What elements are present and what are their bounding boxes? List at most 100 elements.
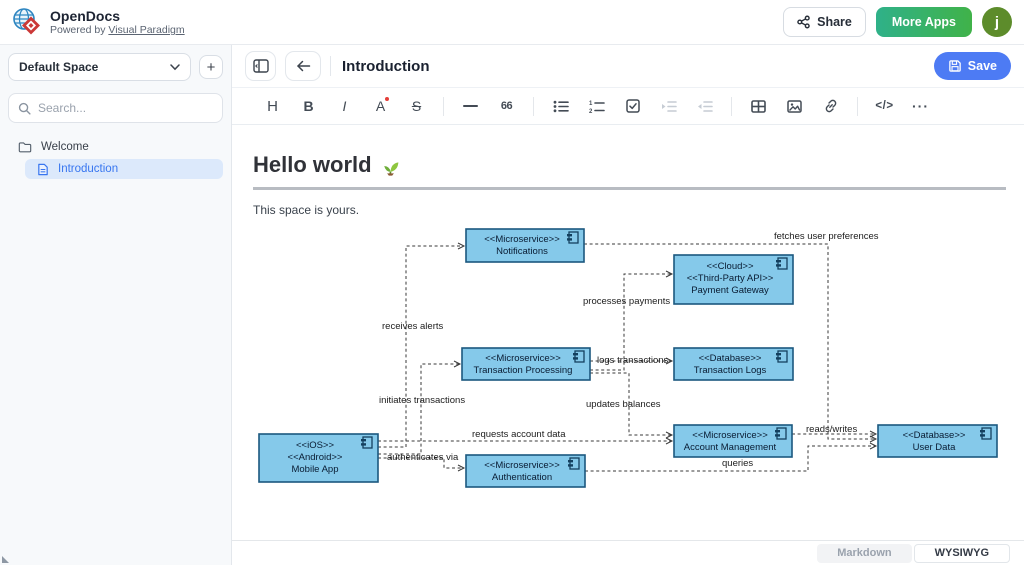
bullet-list-icon [553, 100, 569, 113]
task-list-button[interactable] [618, 92, 647, 120]
svg-text:Transaction Logs: Transaction Logs [694, 365, 767, 376]
top-bar: OpenDocs Powered by Visual Paradigm Shar… [0, 0, 1024, 45]
svg-text:Transaction Processing: Transaction Processing [474, 365, 573, 376]
edge-label: logs transactions [597, 355, 669, 366]
node-user-data: <<Database>> User Data [878, 425, 997, 457]
edge-label: queries [722, 458, 753, 469]
blockquote-button[interactable]: 66 [492, 92, 521, 120]
edge-label: processes payments [583, 296, 670, 307]
search-box[interactable] [8, 93, 223, 123]
editor-content[interactable]: Hello world This space is yours. [232, 125, 1024, 540]
svg-text:<<Microservice>>: <<Microservice>> [692, 430, 768, 441]
sidebar: Default Space + Welcome [0, 45, 232, 565]
more-options-button[interactable]: ··· [906, 92, 935, 120]
svg-text:User Data: User Data [913, 442, 956, 453]
node-notifications: <<Microservice>> Notifications [466, 229, 584, 262]
indent-button[interactable] [654, 92, 683, 120]
font-color-button[interactable]: A [366, 92, 395, 120]
svg-text:Account Management: Account Management [684, 442, 777, 453]
edge-label: authenticates via [387, 452, 459, 463]
node-account-management: <<Microservice>> Account Management [674, 425, 792, 457]
page-tree: Welcome Introduction [8, 137, 223, 179]
edge-label: receives alerts [382, 321, 443, 332]
outdent-button[interactable] [690, 92, 719, 120]
heading-button[interactable]: H [258, 92, 287, 120]
back-button[interactable] [285, 51, 321, 81]
svg-text:<<iOS>>: <<iOS>> [296, 440, 334, 451]
visual-paradigm-logo-icon [12, 7, 42, 37]
svg-text:<<Database>>: <<Database>> [699, 353, 762, 364]
chevron-down-icon [170, 64, 180, 71]
node-transaction-logs: <<Database>> Transaction Logs [674, 348, 793, 380]
numbered-list-button[interactable]: 1 2 [582, 92, 611, 120]
node-transaction-processing: <<Microservice>> Transaction Processing [462, 348, 590, 380]
editor-toolbar: H B I A S 66 1 2 [232, 88, 1024, 125]
tab-wysiwyg[interactable]: WYSIWYG [914, 544, 1010, 563]
checkbox-icon [626, 99, 640, 113]
svg-text:<<Microservice>>: <<Microservice>> [485, 353, 561, 364]
node-authentication: <<Microservice>> Authentication [466, 455, 585, 487]
tab-markdown[interactable]: Markdown [817, 544, 911, 563]
seedling-emoji [380, 155, 401, 176]
editor-mode-bar: Markdown WYSIWYG [232, 540, 1024, 565]
search-icon [18, 102, 31, 115]
tree-item-welcome[interactable]: Welcome [8, 137, 223, 157]
save-icon [948, 59, 962, 73]
image-icon [787, 100, 802, 113]
horizontal-rule-icon [463, 105, 478, 107]
code-button[interactable]: </> [870, 92, 899, 120]
node-payment-gateway: <<Cloud>> <<Third-Party API>> Payment Ga… [674, 255, 793, 304]
document-icon [37, 163, 49, 176]
bold-button[interactable]: B [294, 92, 323, 120]
doc-header: Introduction Save [232, 45, 1024, 88]
user-avatar[interactable]: j [982, 7, 1012, 37]
brand: OpenDocs Powered by Visual Paradigm [12, 7, 185, 37]
svg-text:<<Microservice>>: <<Microservice>> [484, 460, 560, 471]
sidebar-resize-grip[interactable] [2, 556, 9, 563]
folder-icon [18, 141, 32, 153]
insert-table-button[interactable] [744, 92, 773, 120]
document-paragraph: This space is yours. [253, 203, 1006, 217]
diagram-canvas: receives alerts initiates transactions r… [246, 221, 1006, 516]
horizontal-rule-button[interactable] [456, 92, 485, 120]
svg-text:Notifications: Notifications [496, 246, 548, 257]
search-input[interactable] [38, 101, 213, 115]
svg-text:<<Android>>: <<Android>> [288, 452, 343, 463]
share-icon [797, 15, 810, 29]
insert-image-button[interactable] [780, 92, 809, 120]
edge-label: reads/writes [806, 424, 857, 435]
insert-link-button[interactable] [816, 92, 845, 120]
heading-rule [253, 187, 1006, 190]
svg-text:2: 2 [589, 109, 593, 113]
share-button[interactable]: Share [783, 7, 866, 37]
save-button[interactable]: Save [934, 52, 1011, 80]
svg-text:<<Database>>: <<Database>> [903, 430, 966, 441]
powered-by: Powered by Visual Paradigm [50, 24, 185, 36]
link-icon [824, 99, 838, 113]
svg-text:<<Microservice>>: <<Microservice>> [484, 234, 560, 245]
space-selector[interactable]: Default Space [8, 53, 191, 81]
more-apps-button[interactable]: More Apps [876, 7, 972, 37]
strikethrough-button[interactable]: S [402, 92, 431, 120]
svg-text:Mobile App: Mobile App [291, 464, 338, 475]
toggle-sidebar-button[interactable] [245, 51, 276, 81]
outdent-icon [697, 100, 713, 113]
font-color-dot [385, 97, 389, 101]
edge-label: updates balances [586, 399, 661, 410]
visual-paradigm-link[interactable]: Visual Paradigm [108, 24, 184, 36]
italic-button[interactable]: I [330, 92, 359, 120]
bullet-list-button[interactable] [546, 92, 575, 120]
app-title: OpenDocs [50, 8, 185, 24]
document-heading: Hello world [253, 152, 1006, 178]
svg-text:1: 1 [589, 101, 593, 107]
tree-item-introduction[interactable]: Introduction [25, 159, 223, 179]
node-mobile-app: <<iOS>> <<Android>> Mobile App [259, 434, 378, 482]
svg-text:<<Cloud>>: <<Cloud>> [706, 261, 753, 272]
page-title: Introduction [342, 58, 429, 75]
add-space-button[interactable]: + [199, 55, 223, 79]
uml-component-diagram[interactable]: receives alerts initiates transactions r… [246, 221, 1006, 521]
numbered-list-icon: 1 2 [589, 100, 605, 113]
edge-label: fetches user preferences [774, 231, 879, 242]
table-icon [751, 100, 766, 113]
edge-label: initiates transactions [379, 395, 465, 406]
